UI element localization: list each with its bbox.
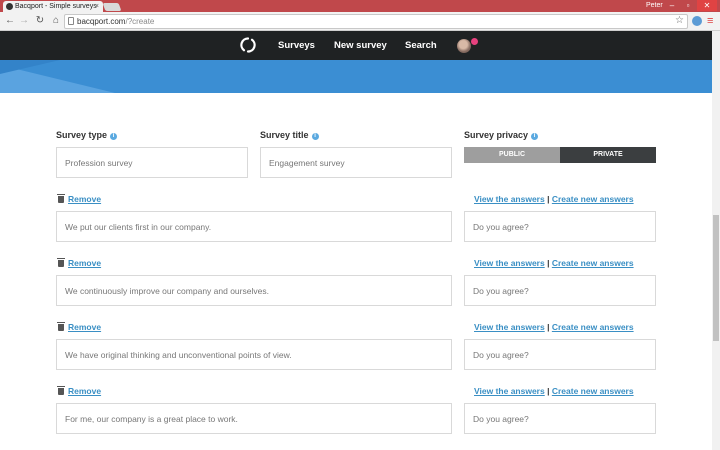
nav-search-link[interactable]: Search: [405, 31, 437, 60]
info-icon[interactable]: i: [110, 133, 118, 140]
trash-icon: [57, 194, 65, 203]
create-answers-link[interactable]: Create new answers: [552, 386, 634, 396]
bookmark-star-icon[interactable]: ☆: [675, 14, 684, 28]
trash-icon: [57, 322, 65, 331]
browser-titlebar: Bacqport - Simple surveys × Peter – ▫ ✕: [0, 0, 720, 12]
answer-links: View the answers | Create new answers: [474, 258, 634, 268]
survey-type-field[interactable]: Profession survey: [56, 147, 248, 178]
home-icon[interactable]: ⌂: [50, 14, 62, 28]
answer-links: View the answers | Create new answers: [474, 194, 634, 204]
privacy-public-button[interactable]: PUBLIC: [464, 147, 560, 163]
hero-banner: [0, 60, 712, 93]
address-bar: ← → ↻ ⌂ bacqport.com/?create ☆ ≡: [0, 12, 720, 31]
trash-icon: [57, 258, 65, 267]
url-input[interactable]: bacqport.com/?create: [64, 14, 688, 29]
question-answer-input[interactable]: Do you agree?: [464, 275, 656, 306]
info-icon[interactable]: i: [311, 133, 319, 140]
extension-icon[interactable]: [692, 16, 702, 26]
survey-privacy-label: Survey privacy i: [464, 130, 539, 140]
view-answers-link[interactable]: View the answers: [474, 322, 545, 332]
survey-type-label: Survey type i: [56, 130, 118, 140]
close-window-icon[interactable]: ✕: [697, 0, 717, 11]
create-answers-link[interactable]: Create new answers: [552, 258, 634, 268]
browser-user[interactable]: Peter: [646, 0, 663, 11]
question-statement-input[interactable]: We continuously improve our company and …: [56, 275, 452, 306]
url-path: /?create: [125, 17, 155, 26]
question-answer-input[interactable]: Do you agree?: [464, 339, 656, 370]
notification-badge[interactable]: [471, 38, 478, 45]
privacy-toggle: PUBLIC PRIVATE: [464, 147, 656, 163]
browser-menu-icon[interactable]: ≡: [707, 15, 713, 27]
question-answer-input[interactable]: Do you agree?: [464, 211, 656, 242]
maximize-icon[interactable]: ▫: [681, 0, 695, 11]
view-answers-link[interactable]: View the answers: [474, 194, 545, 204]
tab-title: Bacqport - Simple surveys: [15, 3, 97, 10]
new-tab-button[interactable]: [102, 3, 122, 11]
question-answer-input[interactable]: Do you agree?: [464, 403, 656, 434]
reload-icon[interactable]: ↻: [34, 14, 46, 28]
nav-surveys-link[interactable]: Surveys: [278, 31, 315, 60]
remove-question-button[interactable]: Remove: [57, 194, 101, 204]
remove-question-button[interactable]: Remove: [57, 322, 101, 332]
survey-title-field[interactable]: Engagement survey: [260, 147, 452, 178]
answer-links: View the answers | Create new answers: [474, 322, 634, 332]
site-navbar: Surveys New survey Search: [0, 31, 712, 60]
tab-close-icon[interactable]: ×: [95, 1, 99, 12]
back-arrow-icon[interactable]: ←: [4, 14, 16, 28]
info-icon[interactable]: i: [531, 133, 539, 140]
bacqport-logo-icon[interactable]: [240, 37, 256, 53]
question-statement-input[interactable]: For me, our company is a great place to …: [56, 403, 452, 434]
create-answers-link[interactable]: Create new answers: [552, 194, 634, 204]
privacy-private-button[interactable]: PRIVATE: [560, 147, 656, 163]
question-statement-input[interactable]: We have original thinking and unconventi…: [56, 339, 452, 370]
page-icon: [68, 17, 74, 25]
nav-new-survey-link[interactable]: New survey: [334, 31, 387, 60]
user-avatar[interactable]: [457, 39, 471, 53]
trash-icon: [57, 386, 65, 395]
remove-question-button[interactable]: Remove: [57, 258, 101, 268]
scrollbar-thumb[interactable]: [713, 215, 719, 341]
create-answers-link[interactable]: Create new answers: [552, 322, 634, 332]
browser-tab[interactable]: Bacqport - Simple surveys ×: [3, 1, 103, 12]
site-favicon-icon: [6, 3, 13, 10]
view-answers-link[interactable]: View the answers: [474, 258, 545, 268]
answer-links: View the answers | Create new answers: [474, 386, 634, 396]
remove-question-button[interactable]: Remove: [57, 386, 101, 396]
url-domain: bacqport.com: [77, 17, 126, 26]
view-answers-link[interactable]: View the answers: [474, 386, 545, 396]
minimize-icon[interactable]: –: [665, 0, 679, 11]
survey-title-label: Survey title i: [260, 130, 319, 140]
forward-arrow-icon[interactable]: →: [18, 14, 30, 28]
question-statement-input[interactable]: We put our clients first in our company.: [56, 211, 452, 242]
